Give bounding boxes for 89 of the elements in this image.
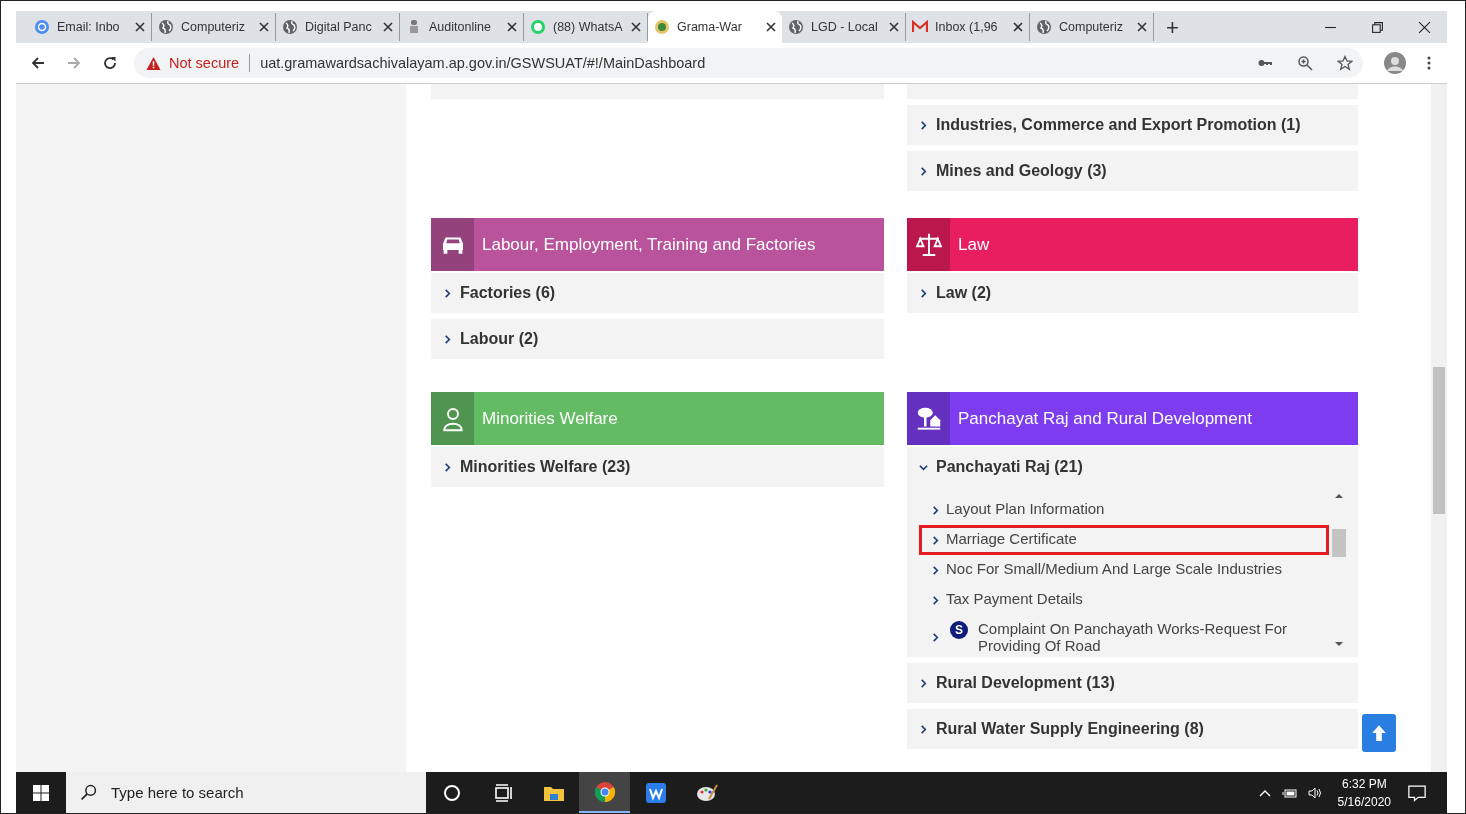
category-title: Labour, Employment, Training and Factories: [482, 234, 816, 255]
globe-icon: [282, 19, 298, 35]
service-link[interactable]: Layout Plan Information: [919, 495, 1319, 525]
tab-title: Computeriz: [1059, 20, 1124, 34]
url-text: uat.gramawardsachivalayam.ap.gov.in/GSWSUAT/#!/MainDashboard: [260, 55, 706, 71]
category-item[interactable]: Mines and Geology (3): [907, 151, 1358, 191]
avatar-icon[interactable]: [1383, 51, 1407, 75]
menu-icon[interactable]: [1427, 55, 1431, 71]
browser-tab[interactable]: Auditonline: [400, 13, 524, 41]
chat-icon: [530, 19, 546, 35]
chevron-right-icon: [931, 632, 940, 642]
close-icon[interactable]: [383, 22, 393, 32]
seal-icon: [654, 19, 670, 35]
service-link[interactable]: Marriage Certificate: [919, 525, 1329, 555]
browser-tab[interactable]: (88) WhatsA: [524, 13, 648, 41]
reload-icon[interactable]: [102, 55, 118, 71]
tab-title: (88) WhatsA: [553, 20, 624, 34]
chevron-right-icon: [443, 334, 452, 344]
globe-icon: [788, 19, 804, 35]
email-icon: [34, 19, 50, 35]
browser-tab[interactable]: Computeriz: [152, 13, 276, 41]
service-badge: S: [950, 621, 968, 639]
security-label: Not secure: [169, 55, 240, 71]
chevron-right-icon: [931, 535, 940, 545]
globe-icon: [1036, 19, 1052, 35]
service-link[interactable]: Noc For Small/Medium And Large Scale Industries: [919, 555, 1319, 585]
browser-tab[interactable]: LGD - Local: [782, 13, 906, 41]
mail-icon: [912, 19, 928, 35]
globe-icon: [158, 19, 174, 35]
taskbar-search-field[interactable]: Type here to search: [66, 772, 426, 813]
category-title: Panchayat Raj and Rural Development: [958, 408, 1252, 429]
chevron-right-icon: [919, 166, 928, 176]
close-icon[interactable]: [135, 22, 145, 32]
new-tab-button[interactable]: +: [1154, 15, 1191, 41]
tab-title: Auditonline: [429, 20, 492, 34]
tab-title: Digital Panc: [305, 20, 373, 34]
arrow-up-icon: [1370, 724, 1388, 742]
scrollbar-thumb[interactable]: [1332, 529, 1346, 557]
chevron-right-icon: [919, 288, 928, 298]
browser-icon: [592, 779, 617, 804]
chevron-right-icon: [919, 120, 928, 130]
tab-title: LGD - Local: [811, 20, 879, 34]
notification-icon[interactable]: [1407, 782, 1427, 803]
address-bar[interactable]: Not secure uat.gramawardsachivalayam.ap.gov.in/GSWSUAT/#!/MainDashboard: [134, 48, 1363, 78]
tab-title: Email: Inbo: [57, 20, 121, 34]
scroll-to-top-button[interactable]: [1362, 714, 1396, 752]
close-icon[interactable]: [1013, 22, 1023, 32]
close-icon[interactable]: [766, 22, 776, 32]
chevron-right-icon: [919, 678, 928, 688]
chevron-right-icon: [931, 595, 940, 605]
service-link[interactable]: Tax Payment Details: [919, 585, 1319, 615]
close-icon[interactable]: [259, 22, 269, 32]
warning-icon: [146, 55, 161, 71]
tab-title: Computeriz: [181, 20, 246, 34]
tab-title: Inbox (1,96: [935, 20, 999, 34]
star-icon[interactable]: [1337, 55, 1353, 71]
chevron-right-icon: [443, 288, 452, 298]
close-icon[interactable]: [889, 22, 899, 32]
close-icon[interactable]: [631, 22, 641, 32]
chevron-right-icon: [443, 462, 452, 472]
close-icon[interactable]: [507, 22, 517, 32]
scroll-down-icon[interactable]: [1335, 641, 1343, 647]
restore-icon[interactable]: [1371, 20, 1384, 34]
chevron-right-icon: [919, 724, 928, 734]
clock-time[interactable]: 6:32 PM: [1341, 774, 1387, 793]
close-icon[interactable]: [1137, 22, 1147, 32]
chevron-right-icon: [931, 505, 940, 515]
document-app-icon: [643, 780, 668, 805]
browser-tab[interactable]: Email: Inbo: [28, 13, 152, 41]
page-scrollbar[interactable]: [1431, 84, 1447, 772]
zoom-icon[interactable]: [1297, 55, 1313, 71]
back-icon[interactable]: [30, 55, 46, 71]
scroll-up-icon[interactable]: [1335, 493, 1343, 499]
browser-tab[interactable]: Grama-War: [648, 11, 782, 43]
category-title: Law: [958, 234, 990, 255]
chevron-down-icon: [919, 462, 928, 472]
browser-tab[interactable]: Digital Panc: [276, 13, 400, 41]
scrollbar-thumb[interactable]: [1433, 367, 1445, 514]
browser-tab[interactable]: Computeriz: [1030, 13, 1154, 41]
category-item[interactable]: Industries, Commerce and Export Promotion (1): [907, 105, 1358, 145]
service-link[interactable]: S Complaint On Panchayath Works-Request For Providing Of Road: [919, 615, 1319, 657]
browser-tab[interactable]: Inbox (1,96: [906, 13, 1030, 41]
category-title: Minorities Welfare: [482, 408, 618, 429]
chevron-right-icon: [931, 565, 940, 575]
tab-title: Grama-War: [677, 20, 743, 34]
search-input[interactable]: Type here to search: [109, 783, 413, 802]
close-icon[interactable]: [1418, 20, 1431, 34]
search-icon: [80, 784, 97, 801]
clock-date[interactable]: 5/16/2020: [1337, 792, 1391, 811]
